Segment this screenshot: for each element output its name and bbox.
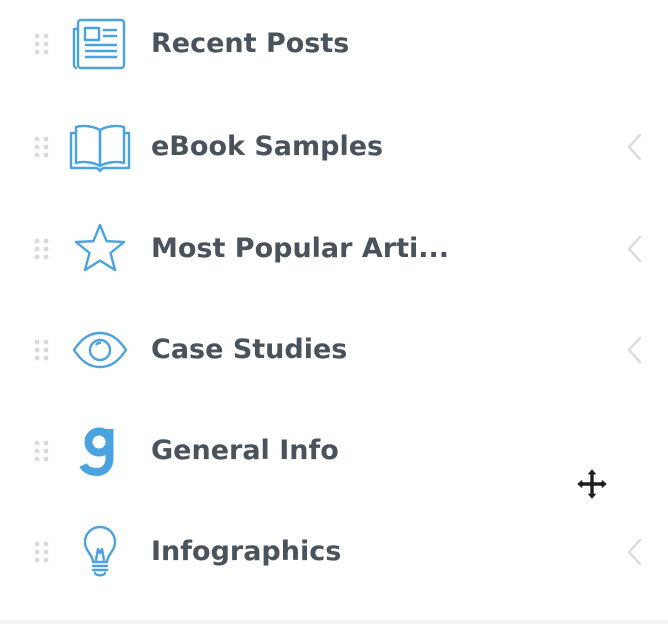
drag-handle-icon[interactable] bbox=[34, 136, 50, 158]
menu-list: Recent Posts eBook Samples Most Popular … bbox=[0, 0, 668, 620]
drag-handle-icon[interactable] bbox=[34, 33, 50, 55]
letter-g-icon bbox=[68, 424, 132, 478]
menu-item-infographics[interactable]: Infographics bbox=[0, 501, 668, 603]
chevron-left-icon[interactable] bbox=[624, 234, 646, 264]
chevron-left-icon[interactable] bbox=[624, 132, 646, 162]
open-book-icon bbox=[68, 120, 132, 174]
eye-icon bbox=[68, 323, 132, 377]
menu-item-label: Most Popular Arti... bbox=[151, 233, 450, 264]
chevron-left-icon[interactable] bbox=[624, 537, 646, 567]
drag-handle-icon[interactable] bbox=[34, 541, 50, 563]
menu-item-label: Case Studies bbox=[151, 334, 348, 365]
drag-handle-icon[interactable] bbox=[34, 440, 50, 462]
menu-item-case-studies[interactable]: Case Studies bbox=[0, 299, 668, 401]
menu-item-label: Recent Posts bbox=[151, 28, 350, 59]
bottom-divider bbox=[0, 620, 668, 624]
drag-handle-icon[interactable] bbox=[34, 238, 50, 260]
menu-item-label: eBook Samples bbox=[151, 131, 384, 162]
drag-handle-icon[interactable] bbox=[34, 339, 50, 361]
menu-item-ebook-samples[interactable]: eBook Samples bbox=[0, 96, 668, 198]
menu-item-general-info[interactable]: General Info bbox=[0, 400, 668, 502]
star-icon bbox=[68, 222, 132, 276]
menu-item-label: Infographics bbox=[151, 536, 342, 567]
lightbulb-icon bbox=[68, 525, 132, 579]
chevron-left-icon[interactable] bbox=[624, 335, 646, 365]
newspaper-icon bbox=[68, 17, 132, 71]
move-cursor-icon bbox=[575, 467, 609, 501]
menu-item-recent-posts[interactable]: Recent Posts bbox=[0, 0, 668, 95]
menu-item-most-popular-articles[interactable]: Most Popular Arti... bbox=[0, 198, 668, 300]
menu-item-label: General Info bbox=[151, 435, 339, 466]
